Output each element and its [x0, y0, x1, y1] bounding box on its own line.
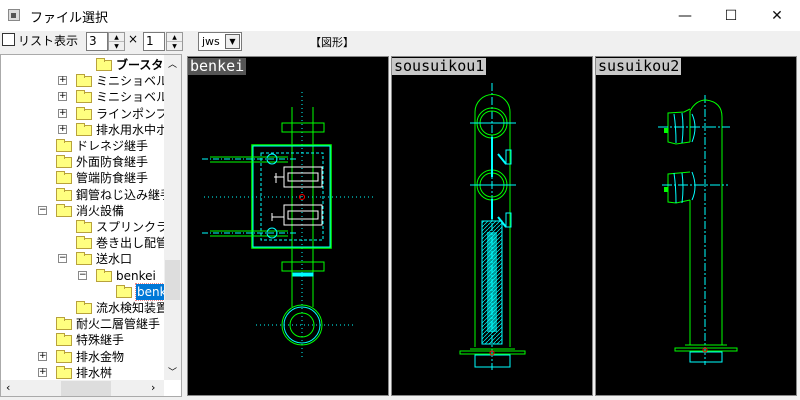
scrollbar-thumb[interactable] [165, 260, 180, 300]
tree-item[interactable]: + ラインポンプ 3: [1, 106, 181, 122]
app-icon [8, 9, 20, 21]
horizontal-scrollbar[interactable]: ‹ › [1, 380, 164, 396]
scroll-left-icon[interactable]: ‹ [6, 381, 10, 394]
folder-open-icon [116, 284, 132, 298]
scrollbar-thumb[interactable] [61, 381, 111, 396]
drawing-sousuikou1 [459, 83, 526, 370]
scroll-right-icon[interactable]: › [151, 381, 155, 394]
tree-item-label: 特殊継手 [76, 333, 125, 348]
close-button[interactable]: ✕ [754, 0, 800, 31]
tree-item-label: benkei [116, 268, 156, 283]
tree-item[interactable]: + ミニショベル00 [1, 73, 181, 89]
expand-icon[interactable]: + [58, 124, 67, 134]
extension-select[interactable]: jws ▼ [198, 32, 242, 51]
drawing-susuikou2 [658, 95, 738, 365]
folder-icon [56, 171, 72, 185]
title-bar: ファイル選択 — ☐ ✕ [0, 0, 800, 31]
collapse-icon[interactable]: − [38, 205, 47, 215]
tree-item[interactable]: 巻き出し配管 [1, 235, 168, 251]
preview-susuikou2[interactable]: susuikou2 [595, 56, 797, 396]
folder-icon [76, 74, 92, 88]
folder-icon [56, 139, 72, 152]
folder-icon [76, 301, 92, 314]
vertical-scrollbar[interactable]: ︿ ﹀ [164, 55, 181, 380]
tree-item-label: 鋼管ねじ込み継手 [76, 187, 173, 202]
folder-icon [96, 268, 112, 282]
folder-icon [76, 252, 92, 266]
tree-item[interactable]: − 消火設備 [1, 203, 164, 219]
chevron-down-icon[interactable]: ▼ [225, 34, 240, 49]
expand-icon[interactable]: + [38, 367, 47, 377]
rows-input[interactable]: 1 [143, 32, 165, 51]
folder-icon [96, 58, 112, 71]
folder-icon [76, 90, 92, 104]
tree-item-label: 消火設備 [76, 203, 125, 218]
tree-item[interactable]: 流水検知装置 [1, 300, 168, 316]
folder-icon [76, 106, 92, 120]
tree-item[interactable]: ブースター [1, 57, 175, 73]
tree-item-label: ドレネジ継手 [76, 139, 149, 153]
tree-item-label: 管端防食継手 [76, 171, 149, 186]
scroll-up-icon[interactable]: ︿ [168, 57, 177, 70]
tree-item-label: 耐火二層管継手 [76, 317, 161, 332]
expand-icon[interactable]: + [38, 351, 47, 361]
folder-icon [56, 203, 72, 217]
times-sign: × [128, 32, 139, 46]
list-view-label: リスト表示 [18, 34, 79, 48]
down-arrow-icon[interactable]: ▼ [109, 42, 124, 51]
folder-icon [56, 349, 72, 363]
window-title: ファイル選択 [30, 11, 109, 26]
folder-icon [76, 236, 92, 250]
folder-icon [56, 333, 72, 347]
preview-sousuikou1[interactable]: sousuikou1 [391, 56, 593, 396]
folder-icon [56, 155, 72, 169]
tree-item[interactable]: + ミニショベル-0 [1, 89, 180, 105]
tree-item-label: 送水口 [96, 252, 133, 267]
collapse-icon[interactable]: − [58, 254, 67, 264]
folder-icon [56, 317, 72, 331]
folder-icon [56, 365, 72, 379]
tree-item[interactable]: 鋼管ねじ込み継手 [1, 187, 172, 203]
folder-icon [56, 187, 72, 201]
scroll-down-icon[interactable]: ﹀ [168, 365, 177, 378]
folder-icon [76, 122, 92, 136]
tree-item[interactable]: 耐火二層管継手 [1, 316, 164, 332]
rows-stepper[interactable]: ▲ ▼ [166, 32, 183, 51]
tree-item[interactable]: − benkei [1, 268, 164, 284]
maximize-button[interactable]: ☐ [708, 0, 754, 31]
folder-tree[interactable]: + 排水桝 + 排水金物 特殊継手 耐火二層管継手 流水検知装置 benkei − benkei −… [0, 54, 182, 397]
preview-benkei[interactable]: benkei [187, 56, 389, 396]
columns-input[interactable]: 3 [86, 32, 108, 51]
columns-stepper[interactable]: ▲ ▼ [108, 32, 125, 51]
down-arrow-icon[interactable]: ▼ [167, 42, 182, 51]
tree-item-label: 排水金物 [76, 349, 125, 364]
folder-icon [76, 220, 92, 233]
drawing-benkei [202, 92, 376, 360]
tree-item[interactable]: スプリンクラー [1, 219, 180, 235]
shape-label: 【図形】 [310, 36, 354, 49]
list-view-checkbox[interactable] [2, 33, 15, 46]
up-arrow-icon[interactable]: ▲ [109, 33, 124, 42]
collapse-icon[interactable]: − [78, 270, 87, 280]
tree-item[interactable]: + 排水桝 [1, 365, 164, 381]
toolbar: リスト表示 3 ▲ ▼ × 1 ▲ ▼ jws ▼ 【図形】 [0, 31, 800, 53]
tree-item-label: 流水検知装置 [96, 301, 169, 315]
expand-icon[interactable]: + [58, 76, 67, 86]
tree-item-label: 外面防食継手 [76, 155, 149, 170]
tree-item[interactable]: + 排水用水中ポン [1, 122, 180, 138]
minimize-button[interactable]: — [662, 0, 708, 31]
expand-icon[interactable]: + [58, 92, 67, 102]
tree-item[interactable]: benkei [1, 282, 179, 301]
extension-value: jws [202, 35, 220, 48]
tree-item[interactable]: 管端防食継手 [1, 170, 164, 186]
tree-item[interactable]: ドレネジ継手 [1, 138, 164, 154]
tree-item-label: 排水桝 [76, 365, 113, 380]
tree-item[interactable]: + 排水金物 [1, 349, 164, 365]
tree-item[interactable]: − 送水口 [1, 251, 164, 267]
up-arrow-icon[interactable]: ▲ [167, 33, 182, 42]
tree-item[interactable]: 外面防食継手 [1, 154, 164, 170]
expand-icon[interactable]: + [58, 108, 67, 118]
tree-item[interactable]: 特殊継手 [1, 332, 164, 348]
tree-item-label: 巻き出し配管 [96, 236, 169, 251]
